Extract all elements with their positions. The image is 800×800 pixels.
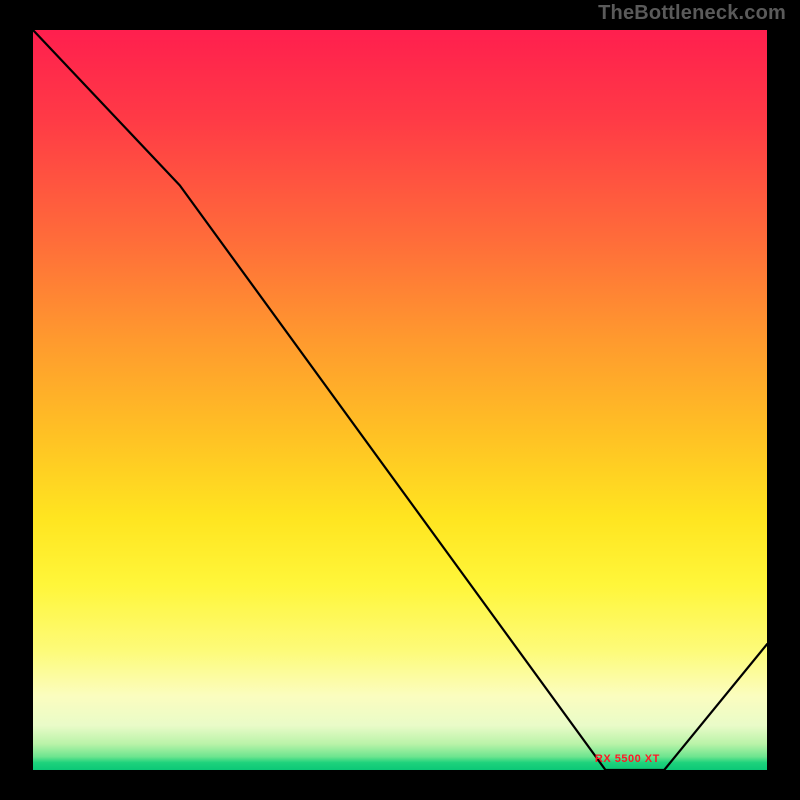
gpu-marker-label: RX 5500 XT	[595, 753, 660, 765]
attribution-label: TheBottleneck.com	[598, 2, 786, 25]
chart-svg	[33, 30, 767, 770]
plot-area: RX 5500 XT	[33, 30, 767, 770]
chart-frame: TheBottleneck.com RX 5500 XT	[0, 0, 800, 800]
bottleneck-curve	[33, 30, 767, 770]
